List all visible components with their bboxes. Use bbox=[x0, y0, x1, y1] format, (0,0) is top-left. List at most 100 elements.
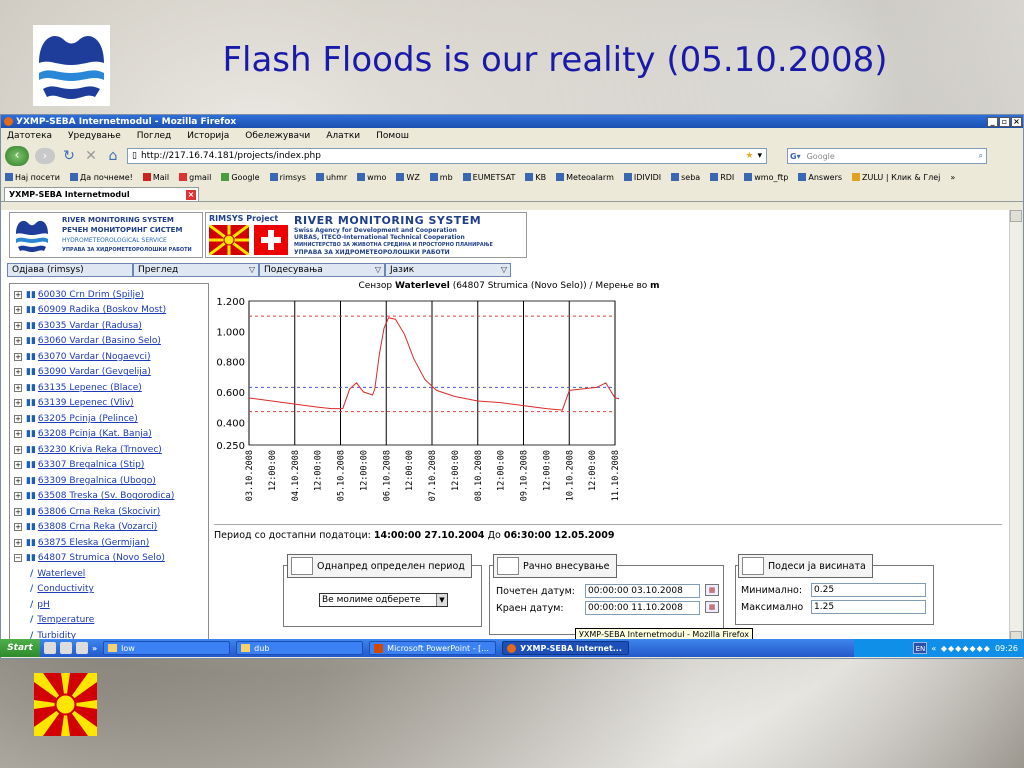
station-link[interactable]: 63208 Pcinja (Kat. Banja) bbox=[38, 429, 152, 439]
bookmark-item[interactable]: wmo_ftp bbox=[744, 172, 788, 182]
language-indicator[interactable]: EN bbox=[913, 642, 928, 654]
max-input[interactable]: 1.25 bbox=[811, 600, 926, 614]
minimize-button[interactable]: _ bbox=[987, 116, 998, 127]
tray-icons[interactable]: « ◆◆◆◆◆◆◆ bbox=[931, 644, 991, 653]
tab-close-icon[interactable]: × bbox=[186, 189, 196, 200]
bookmarks-overflow-icon[interactable]: » bbox=[950, 173, 955, 182]
sensor-item[interactable]: ∕ pH bbox=[10, 597, 208, 613]
expand-icon[interactable]: + bbox=[14, 306, 22, 315]
station-item[interactable]: + ▮▮ 63035 Vardar (Radusa) bbox=[10, 318, 208, 334]
bookmark-item[interactable]: gmail bbox=[179, 172, 211, 182]
expand-icon[interactable]: + bbox=[14, 368, 22, 377]
menu-logout[interactable]: Одјава (rimsys) bbox=[7, 263, 133, 277]
expand-icon[interactable]: + bbox=[14, 492, 22, 501]
expand-icon[interactable]: + bbox=[14, 523, 22, 532]
bookmark-item[interactable]: Google bbox=[221, 172, 260, 182]
expand-icon[interactable]: + bbox=[14, 461, 22, 470]
taskbar-item[interactable]: dub bbox=[236, 641, 364, 655]
scroll-up-icon[interactable] bbox=[1010, 210, 1022, 222]
menu-language-dropdown[interactable]: Јазик ▽ bbox=[385, 263, 511, 277]
quicklaunch-icon[interactable] bbox=[44, 642, 56, 654]
expand-icon[interactable]: + bbox=[14, 321, 22, 330]
station-item[interactable]: + ▮▮ 63309 Bregalnica (Ubogo) bbox=[10, 473, 208, 489]
station-link[interactable]: 63307 Bregalnica (Stip) bbox=[38, 460, 144, 470]
station-item[interactable]: + ▮▮ 63808 Crna Reka (Vozarci) bbox=[10, 520, 208, 536]
station-item[interactable]: + ▮▮ 63070 Vardar (Nogaevci) bbox=[10, 349, 208, 365]
bookmark-item[interactable]: seba bbox=[671, 172, 700, 182]
bookmark-item[interactable]: wmo bbox=[357, 172, 386, 182]
taskbar-item[interactable]: Microsoft PowerPoint - [... bbox=[369, 641, 497, 655]
close-button[interactable]: × bbox=[1011, 116, 1022, 127]
station-item-expanded[interactable]: − ▮▮ 64807 Strumica (Novo Selo) bbox=[10, 551, 208, 567]
collapse-icon[interactable]: − bbox=[14, 554, 22, 563]
min-input[interactable]: 0.25 bbox=[811, 583, 926, 597]
station-item[interactable]: + ▮▮ 63205 Pcinja (Pelince) bbox=[10, 411, 208, 427]
station-link[interactable]: 63508 Treska (Sv. Bogorodica) bbox=[38, 491, 175, 501]
reload-icon[interactable]: ↻ bbox=[61, 148, 77, 164]
search-icon[interactable]: ⌕ bbox=[979, 151, 986, 161]
expand-icon[interactable]: + bbox=[14, 352, 22, 361]
expand-icon[interactable]: + bbox=[14, 476, 22, 485]
search-box[interactable]: G▾ Google ⌕ bbox=[787, 148, 987, 164]
station-link[interactable]: 63875 Eleska (Germijan) bbox=[38, 538, 149, 548]
bookmark-item[interactable]: Mail bbox=[142, 172, 169, 182]
station-item[interactable]: + ▮▮ 63230 Kriva Reka (Trnovec) bbox=[10, 442, 208, 458]
sensor-link[interactable]: pH bbox=[37, 600, 49, 610]
bookmark-item[interactable]: Answers bbox=[798, 172, 842, 182]
taskbar-item-active[interactable]: УХМР-SEBA Internet... bbox=[502, 641, 630, 655]
quicklaunch-icon[interactable] bbox=[60, 642, 72, 654]
station-link[interactable]: 63090 Vardar (Gevgelija) bbox=[38, 367, 151, 377]
station-item[interactable]: + ▮▮ 63208 Pcinja (Kat. Banja) bbox=[10, 427, 208, 443]
menu-view-dropdown[interactable]: Преглед ▽ bbox=[133, 263, 259, 277]
expand-icon[interactable]: + bbox=[14, 430, 22, 439]
bookmark-item[interactable]: Да почнеме! bbox=[70, 172, 133, 182]
restore-button[interactable]: ▫ bbox=[999, 116, 1010, 127]
station-link[interactable]: 63808 Crna Reka (Vozarci) bbox=[38, 522, 157, 532]
sensor-link[interactable]: Waterlevel bbox=[37, 569, 85, 579]
back-button[interactable]: ‹ bbox=[5, 146, 29, 166]
station-link[interactable]: 63230 Kriva Reka (Trnovec) bbox=[38, 445, 162, 455]
bookmark-item[interactable]: WZ bbox=[396, 172, 420, 182]
sensor-link[interactable]: Temperature bbox=[37, 615, 94, 625]
quicklaunch-overflow-icon[interactable]: » bbox=[92, 644, 97, 653]
menu-view[interactable]: Поглед bbox=[137, 131, 172, 141]
expand-icon[interactable]: + bbox=[14, 337, 22, 346]
url-bar[interactable]: ▯ http://217.16.74.181/projects/index.ph… bbox=[127, 148, 767, 164]
station-item[interactable]: + ▮▮ 60909 Radika (Boskov Most) bbox=[10, 303, 208, 319]
expand-icon[interactable]: + bbox=[14, 290, 22, 299]
station-item[interactable]: + ▮▮ 63060 Vardar (Basino Selo) bbox=[10, 334, 208, 350]
bookmark-item[interactable]: ZULU | Клик & Глеј bbox=[852, 172, 940, 182]
menu-settings-dropdown[interactable]: Подесувања ▽ bbox=[259, 263, 385, 277]
expand-icon[interactable]: + bbox=[14, 399, 22, 408]
bookmark-item[interactable]: uhmr bbox=[315, 172, 347, 182]
quicklaunch-icon[interactable] bbox=[76, 642, 88, 654]
menu-edit[interactable]: Уредување bbox=[68, 131, 121, 141]
expand-icon[interactable]: + bbox=[14, 383, 22, 392]
tab-active[interactable]: УХМР-SEBA Internetmodul × bbox=[4, 187, 199, 201]
station-item[interactable]: + ▮▮ 63135 Lepenec (Blace) bbox=[10, 380, 208, 396]
expand-icon[interactable]: + bbox=[14, 445, 22, 454]
station-link[interactable]: 63060 Vardar (Basino Selo) bbox=[38, 336, 161, 346]
bookmark-item[interactable]: rimsys bbox=[269, 172, 306, 182]
station-item[interactable]: + ▮▮ 60030 Crn Drim (Spilje) bbox=[10, 287, 208, 303]
station-item[interactable]: + ▮▮ 63508 Treska (Sv. Bogorodica) bbox=[10, 489, 208, 505]
bookmark-item[interactable]: Meteoalarm bbox=[556, 172, 614, 182]
bookmark-star-icon[interactable]: ★ bbox=[745, 151, 753, 161]
sensor-item[interactable]: ∕ Conductivity bbox=[10, 582, 208, 598]
menu-help[interactable]: Помош bbox=[376, 131, 409, 141]
expand-icon[interactable]: + bbox=[14, 507, 22, 516]
expand-icon[interactable]: + bbox=[14, 538, 22, 547]
url-dropdown-icon[interactable]: ▾ bbox=[753, 151, 766, 161]
forward-button[interactable]: › bbox=[35, 148, 55, 164]
station-item[interactable]: + ▮▮ 63090 Vardar (Gevgelija) bbox=[10, 365, 208, 381]
bookmark-item[interactable]: mb bbox=[429, 172, 453, 182]
station-link[interactable]: 63806 Crna Reka (Skocivir) bbox=[38, 507, 160, 517]
station-item[interactable]: + ▮▮ 63806 Crna Reka (Skocivir) bbox=[10, 504, 208, 520]
station-item[interactable]: + ▮▮ 63307 Bregalnica (Stip) bbox=[10, 458, 208, 474]
sensor-link[interactable]: Conductivity bbox=[37, 584, 94, 594]
station-link[interactable]: 60030 Crn Drim (Spilje) bbox=[38, 290, 144, 300]
calendar-icon[interactable]: ▦ bbox=[705, 601, 719, 613]
station-link[interactable]: 64807 Strumica (Novo Selo) bbox=[38, 553, 165, 563]
sensor-item[interactable]: ∕ Waterlevel bbox=[10, 566, 208, 582]
station-link[interactable]: 63309 Bregalnica (Ubogo) bbox=[38, 476, 156, 486]
